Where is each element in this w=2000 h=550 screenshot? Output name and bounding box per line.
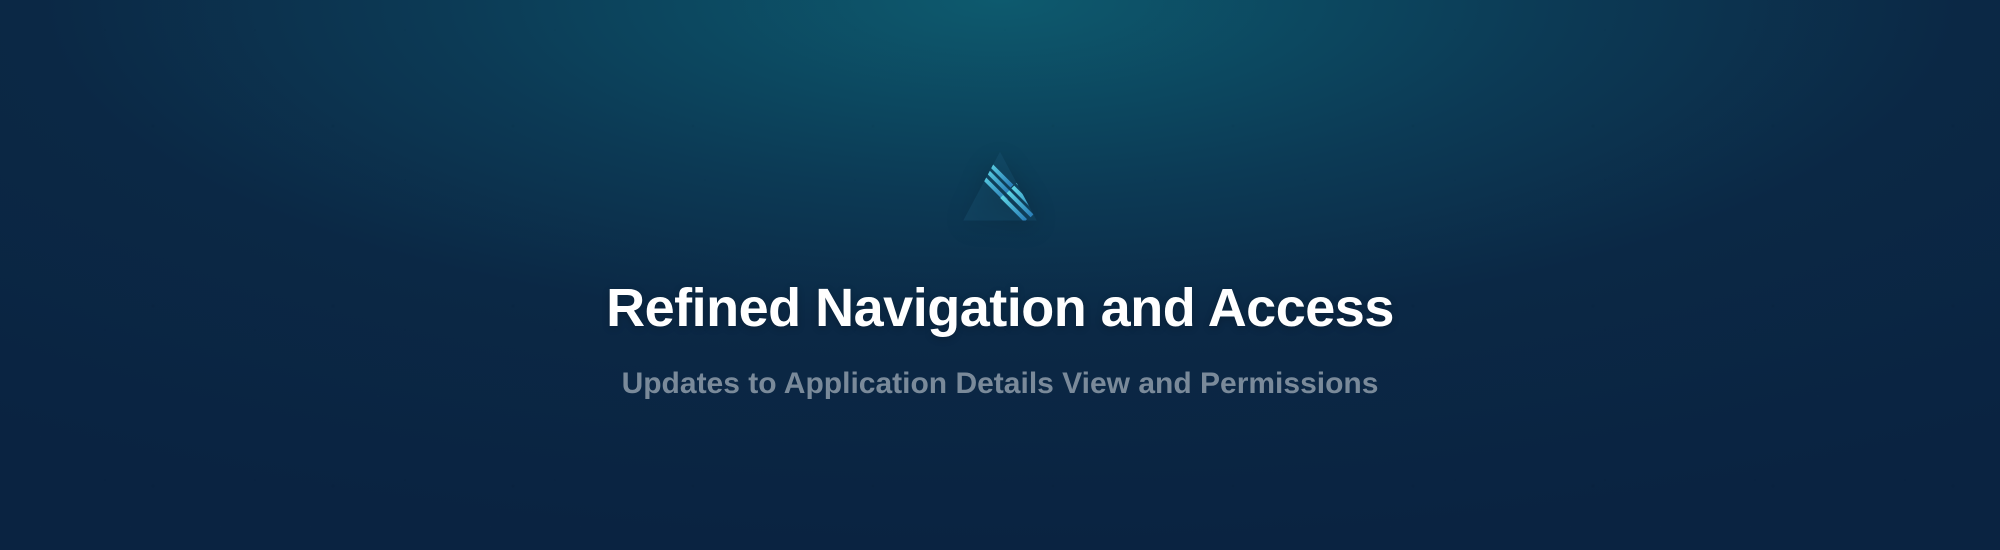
triangle-stripe-logo-icon (960, 150, 1040, 224)
banner-title: Refined Navigation and Access (606, 277, 1394, 339)
hero-banner: Refined Navigation and Access Updates to… (0, 0, 2000, 550)
banner-subtitle: Updates to Application Details View and … (622, 367, 1379, 401)
logo-container (960, 150, 1040, 229)
